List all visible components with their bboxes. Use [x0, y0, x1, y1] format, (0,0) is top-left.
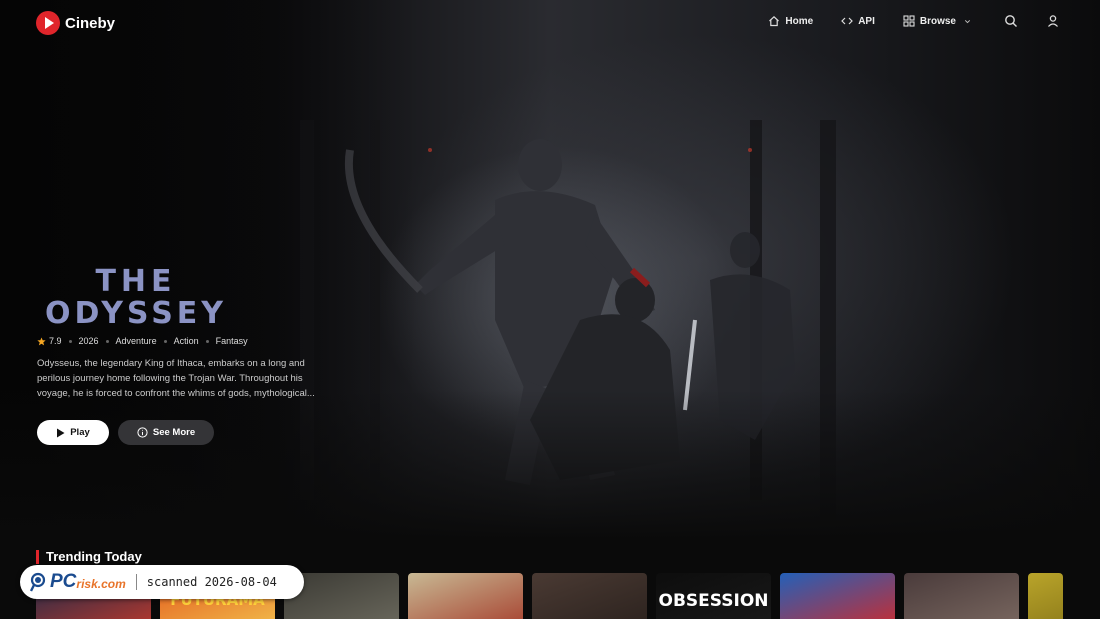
search-icon[interactable]: [1004, 14, 1018, 28]
info-icon: [137, 427, 148, 438]
brand-logo[interactable]: Cineby: [36, 11, 115, 35]
hero-title: THE ODYSSEY: [36, 266, 236, 330]
play-button-label: Play: [70, 427, 90, 438]
home-icon: [769, 15, 780, 27]
poster-title: OBSESSION: [658, 591, 769, 611]
watermark-text: scanned 2026-08-04: [146, 575, 277, 589]
nav-browse[interactable]: Browse: [903, 15, 972, 27]
watermark-logo-risk: risk.com: [76, 577, 126, 591]
star-icon: [37, 336, 46, 345]
user-icon[interactable]: [1046, 14, 1060, 28]
play-logo-icon: [36, 11, 60, 35]
code-icon: [841, 17, 854, 25]
nav-api[interactable]: API: [841, 15, 875, 27]
nav-home[interactable]: Home: [768, 15, 813, 27]
see-more-button[interactable]: See More: [118, 420, 214, 445]
nav-browse-label: Browse: [919, 15, 956, 27]
nav-api-label: API: [858, 15, 875, 27]
trending-title: Trending Today: [46, 549, 142, 564]
trending-poster[interactable]: [780, 573, 895, 619]
trending-poster[interactable]: OBSESSION: [656, 573, 771, 619]
chevron-down-icon: [964, 19, 971, 23]
rating: 7.9: [37, 336, 62, 346]
rating-value: 7.9: [49, 336, 62, 346]
watermark-badge: PC risk.com scanned 2026-08-04: [20, 565, 304, 599]
trending-poster[interactable]: [532, 573, 647, 619]
trending-poster[interactable]: [408, 573, 523, 619]
hero-meta: 7.9 2026 Adventure Action Fantasy: [37, 336, 248, 346]
watermark-logo: PC risk.com: [50, 571, 126, 593]
brand-name: Cineby: [65, 14, 116, 32]
genre-tag: Action: [173, 336, 199, 346]
play-icon: [57, 428, 65, 437]
hero-title-line-2: ODYSSEY: [44, 296, 228, 331]
trending-poster[interactable]: [1028, 573, 1063, 619]
release-year: 2026: [78, 336, 99, 346]
play-button[interactable]: Play: [37, 420, 109, 445]
section-accent-bar: [36, 549, 39, 564]
hero-title-line-1: THE: [95, 264, 177, 299]
trending-poster[interactable]: [904, 573, 1019, 619]
top-nav: Cineby Home API Browse: [0, 0, 1100, 46]
see-more-button-label: See More: [152, 427, 196, 438]
magnifier-logo-icon: [30, 572, 46, 592]
genre-tag: Fantasy: [215, 336, 248, 346]
watermark-logo-pc: PC: [50, 571, 77, 592]
grid-icon: [903, 15, 915, 27]
nav-home-label: Home: [785, 15, 814, 27]
hero-description: Odysseus, the legendary King of Ithaca, …: [37, 358, 315, 399]
trending-heading: Trending Today: [36, 549, 142, 564]
genre-tag: Adventure: [115, 336, 157, 346]
